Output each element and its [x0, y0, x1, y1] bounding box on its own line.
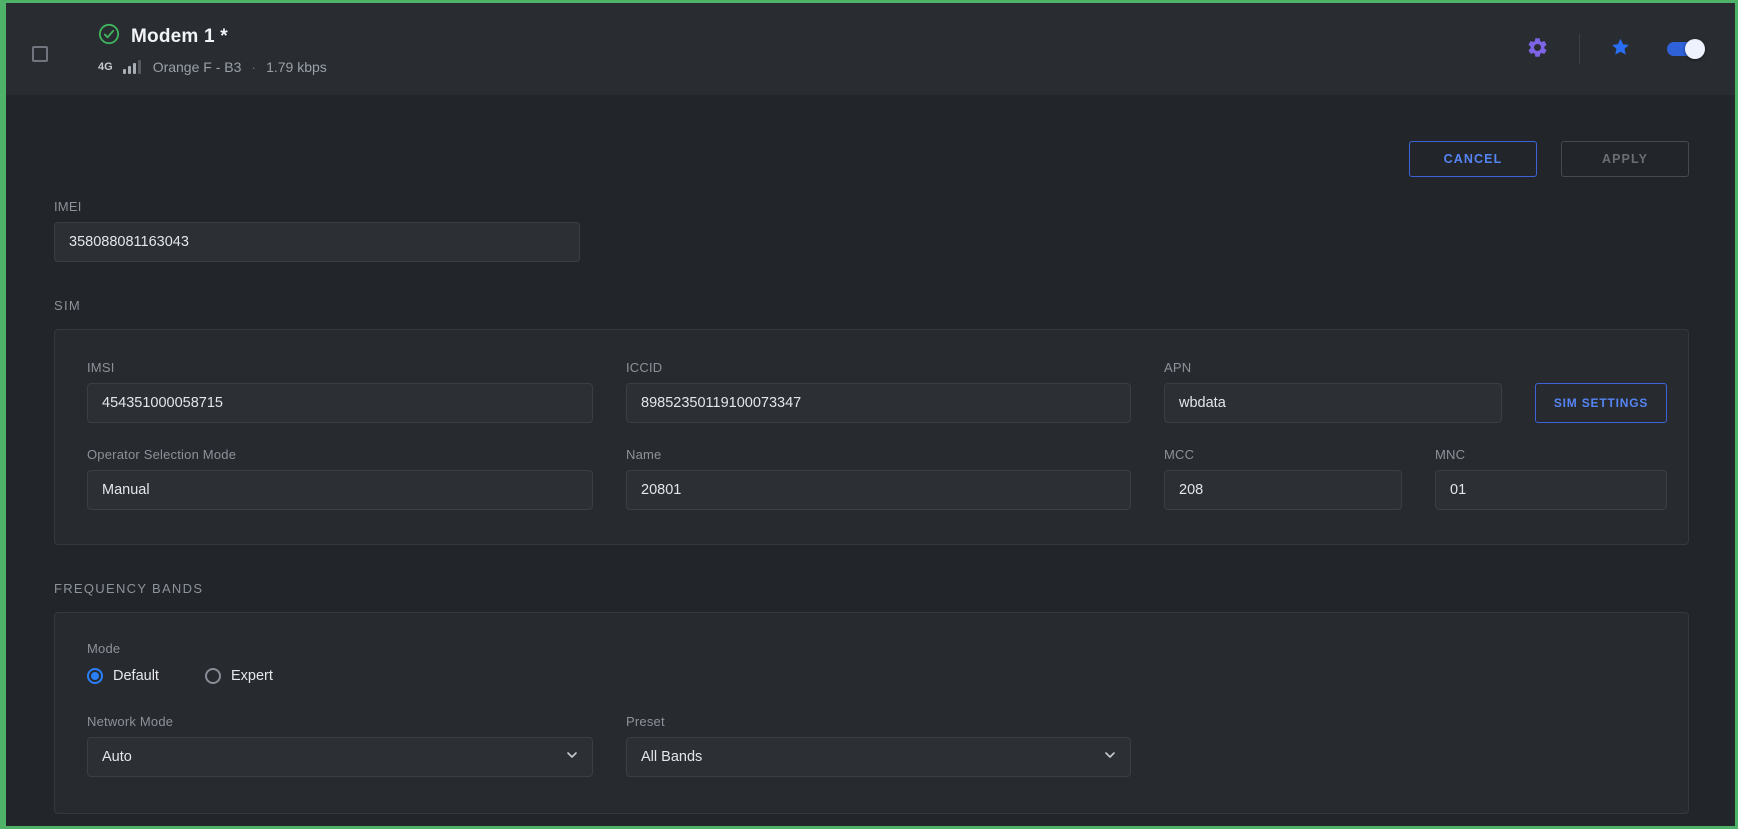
network-mode-value: Auto — [102, 749, 132, 765]
preset-select[interactable]: All Bands — [626, 737, 1131, 777]
modem-select-checkbox[interactable] — [32, 46, 48, 62]
imsi-input[interactable] — [87, 383, 593, 423]
modem-title: Modem 1 * — [131, 26, 228, 48]
status-check-circle-icon — [98, 23, 120, 50]
iccid-label: ICCID — [626, 360, 1131, 375]
speed-label: 1.79 kbps — [266, 59, 327, 75]
frequency-card: Mode Default Expert Network Mode Auto — [54, 612, 1689, 814]
mode-option-expert[interactable]: Expert — [205, 668, 273, 684]
name-input[interactable] — [626, 470, 1131, 510]
preset-label: Preset — [626, 714, 1131, 729]
iccid-field: ICCID — [626, 360, 1131, 423]
apply-button[interactable]: APPLY — [1561, 141, 1689, 177]
header-divider — [1579, 34, 1580, 64]
operator-mode-field: Operator Selection Mode — [87, 447, 593, 510]
gear-icon — [1526, 36, 1549, 62]
network-mode-field: Network Mode Auto — [87, 714, 593, 777]
modem-settings-page: Modem 1 * 4G Orange F - B3 · 1.79 kbps — [0, 0, 1738, 829]
mode-radio-expert[interactable] — [205, 668, 221, 684]
iccid-input[interactable] — [626, 383, 1131, 423]
mnc-label: MNC — [1435, 447, 1667, 462]
settings-button[interactable] — [1522, 32, 1553, 66]
apn-input[interactable] — [1164, 383, 1502, 423]
mode-radio-group: Default Expert — [87, 668, 1656, 684]
mode-radio-default[interactable] — [87, 668, 103, 684]
modem-info: Modem 1 * 4G Orange F - B3 · 1.79 kbps — [98, 23, 327, 75]
mcc-label: MCC — [1164, 447, 1402, 462]
dot-separator: · — [251, 59, 256, 75]
chevron-down-icon — [1102, 747, 1118, 767]
mode-label: Mode — [87, 641, 1656, 656]
header-actions — [1522, 32, 1707, 66]
main-content: CANCEL APPLY IMEI SIM IMSI ICCID APN — [6, 141, 1735, 814]
star-icon — [1610, 37, 1631, 61]
mode-option-expert-label: Expert — [231, 668, 273, 684]
sim-card: IMSI ICCID APN SIM SETTINGS Operator Sel… — [54, 329, 1689, 545]
mode-option-default[interactable]: Default — [87, 668, 159, 684]
mcc-input[interactable] — [1164, 470, 1402, 510]
imsi-label: IMSI — [87, 360, 593, 375]
mcc-field: MCC — [1164, 447, 1402, 510]
name-field: Name — [626, 447, 1131, 510]
frequency-section-title: FREQUENCY BANDS — [54, 581, 1689, 596]
imsi-field: IMSI — [87, 360, 593, 423]
apn-label: APN — [1164, 360, 1502, 375]
mode-option-default-label: Default — [113, 668, 159, 684]
network-mode-label: Network Mode — [87, 714, 593, 729]
modem-header: Modem 1 * 4G Orange F - B3 · 1.79 kbps — [6, 3, 1735, 95]
form-actions: CANCEL APPLY — [54, 141, 1689, 177]
apn-field: APN — [1164, 360, 1502, 423]
operator-mode-label: Operator Selection Mode — [87, 447, 593, 462]
preset-value: All Bands — [641, 749, 702, 765]
preset-field: Preset All Bands — [626, 714, 1131, 777]
imei-input[interactable] — [54, 222, 580, 262]
network-mode-select[interactable]: Auto — [87, 737, 593, 777]
sim-section-title: SIM — [54, 298, 1689, 313]
mnc-input[interactable] — [1435, 470, 1667, 510]
cancel-button[interactable]: CANCEL — [1409, 141, 1537, 177]
signal-strength-icon — [123, 60, 141, 74]
mnc-field: MNC — [1435, 447, 1667, 510]
imei-field: IMEI — [54, 199, 580, 262]
name-label: Name — [626, 447, 1131, 462]
operator-label: Orange F - B3 — [153, 59, 242, 75]
sim-settings-button[interactable]: SIM SETTINGS — [1535, 383, 1667, 423]
network-type-label: 4G — [98, 61, 113, 73]
imei-label: IMEI — [54, 199, 580, 214]
modem-enable-toggle[interactable] — [1667, 41, 1707, 57]
operator-mode-input[interactable] — [87, 470, 593, 510]
favorite-button[interactable] — [1606, 33, 1635, 65]
chevron-down-icon — [564, 747, 580, 767]
